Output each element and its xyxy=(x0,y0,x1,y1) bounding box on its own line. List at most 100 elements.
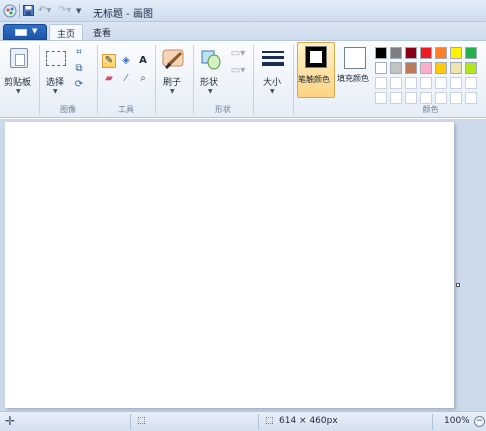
canvas-dimensions: 614 × 460px xyxy=(279,416,338,426)
palette-color-swatch[interactable] xyxy=(465,77,477,89)
ribbon-tab-row: ▼ 主页 查看 xyxy=(0,22,486,40)
status-separator xyxy=(130,414,131,430)
select-icon xyxy=(46,51,66,66)
palette-color-swatch[interactable] xyxy=(420,62,432,74)
color1-swatch xyxy=(305,46,327,68)
shapes-group: 形状 ▼ ▭▾ ▭▾ 形状 xyxy=(194,43,252,117)
crop-icon[interactable]: ⌗ xyxy=(73,47,85,59)
image-group-label: 图像 xyxy=(60,105,76,114)
palette-color-swatch[interactable] xyxy=(465,47,477,59)
select-button[interactable]: 选择 ▼ xyxy=(42,44,72,100)
palette-color-swatch[interactable] xyxy=(420,92,432,104)
eraser-icon[interactable]: ▰ xyxy=(102,72,116,86)
resize-icon[interactable]: ⧉ xyxy=(73,63,85,75)
zoom-out-button[interactable]: − xyxy=(474,416,485,427)
tools-group-label: 工具 xyxy=(118,105,134,114)
size-icon xyxy=(262,51,284,69)
color2-label: 填充颜色 xyxy=(337,74,369,83)
clipboard-group: 剪贴板 ▼ xyxy=(0,43,38,117)
palette-color-swatch[interactable] xyxy=(450,47,462,59)
redo-icon[interactable]: ↷▾ xyxy=(58,5,74,17)
palette-color-swatch[interactable] xyxy=(405,47,417,59)
title-bar: ↶▾ ↷▾ ▼ 无标题 - 画图 xyxy=(0,0,486,22)
chevron-down-icon: ▼ xyxy=(208,88,213,95)
color1-label: 笔触颜色 xyxy=(298,75,330,84)
clipboard-button[interactable]: 剪贴板 ▼ xyxy=(4,44,34,100)
qat-separator xyxy=(19,4,20,18)
color1-button[interactable]: 笔触颜色 xyxy=(297,42,335,98)
fill-bucket-icon[interactable]: ◈ xyxy=(119,54,133,68)
palette-color-swatch[interactable] xyxy=(450,92,462,104)
rotate-icon[interactable]: ⟳ xyxy=(73,79,85,91)
tools-group: ✎ ◈ A ▰ ⁄ ⌕ 工具 xyxy=(98,43,154,117)
paint-menu-icon xyxy=(15,29,27,36)
tab-view[interactable]: 查看 xyxy=(87,24,117,40)
palette-color-swatch[interactable] xyxy=(420,77,432,89)
tab-home[interactable]: 主页 xyxy=(49,24,83,40)
brushes-group: 刷子 ▼ xyxy=(156,43,192,117)
palette-color-swatch[interactable] xyxy=(390,47,402,59)
image-group: 选择 ▼ ⌗ ⧉ ⟳ 图像 xyxy=(40,43,96,117)
palette-color-swatch[interactable] xyxy=(435,47,447,59)
palette-color-swatch[interactable] xyxy=(405,92,417,104)
shapes-button[interactable]: 形状 ▼ xyxy=(194,44,228,100)
palette-color-swatch[interactable] xyxy=(390,92,402,104)
drawing-canvas[interactable] xyxy=(5,122,454,408)
palette-color-swatch[interactable] xyxy=(375,92,387,104)
brush-icon xyxy=(162,49,184,69)
status-separator xyxy=(432,414,433,430)
pencil-icon[interactable]: ✎ xyxy=(102,54,116,68)
palette-color-swatch[interactable] xyxy=(375,77,387,89)
shapes-group-label: 形状 xyxy=(215,105,231,114)
undo-icon[interactable]: ↶▾ xyxy=(38,5,56,17)
brushes-label: 刷子 xyxy=(163,78,182,88)
brushes-button[interactable]: 刷子 ▼ xyxy=(156,44,192,100)
shapes-label: 形状 xyxy=(200,78,219,88)
group-separator xyxy=(293,45,294,115)
save-icon[interactable] xyxy=(23,5,34,16)
status-separator xyxy=(258,414,259,430)
canvas-workspace xyxy=(0,119,486,411)
magnifier-icon[interactable]: ⌕ xyxy=(136,72,150,86)
palette-color-swatch[interactable] xyxy=(450,62,462,74)
size-button[interactable]: 大小 ▼ xyxy=(254,44,292,100)
color-picker-icon[interactable]: ⁄ xyxy=(119,72,133,86)
clipboard-label: 剪贴板 xyxy=(4,78,32,88)
palette-color-swatch[interactable] xyxy=(435,62,447,74)
palette-color-swatch[interactable] xyxy=(435,92,447,104)
cursor-position-icon: ✛ xyxy=(5,414,16,428)
selection-size-icon: ⬚ xyxy=(137,416,146,426)
palette-color-swatch[interactable] xyxy=(375,62,387,74)
palette-color-swatch[interactable] xyxy=(420,47,432,59)
fill-icon[interactable]: ▭▾ xyxy=(230,65,246,77)
canvas-size-icon: ⬚ xyxy=(265,416,274,426)
palette-color-swatch[interactable] xyxy=(390,62,402,74)
palette-color-swatch[interactable] xyxy=(465,62,477,74)
shapes-icon xyxy=(201,50,221,70)
chevron-down-icon: ▼ xyxy=(32,27,38,35)
palette-color-swatch[interactable] xyxy=(450,77,462,89)
canvas-resize-handle[interactable] xyxy=(456,283,460,287)
zoom-level: 100% xyxy=(444,416,470,426)
chevron-down-icon: ▼ xyxy=(170,88,175,95)
palette-color-swatch[interactable] xyxy=(435,77,447,89)
size-group: 大小 ▼ xyxy=(254,43,292,117)
chevron-down-icon: ▼ xyxy=(270,88,275,95)
chevron-down-icon[interactable]: ▼ xyxy=(76,5,85,17)
palette-color-swatch[interactable] xyxy=(465,92,477,104)
size-label: 大小 xyxy=(263,78,282,88)
text-tool-icon[interactable]: A xyxy=(136,54,150,68)
status-bar: ✛ ⬚ ⬚ 614 × 460px 100% − xyxy=(0,411,486,431)
paint-menu-button[interactable]: ▼ xyxy=(3,24,47,40)
clipboard-icon xyxy=(10,48,28,68)
window-title: 无标题 - 画图 xyxy=(93,9,153,20)
select-label: 选择 xyxy=(46,78,65,88)
ribbon: 剪贴板 ▼ 选择 ▼ ⌗ ⧉ ⟳ 图像 ✎ ◈ A ▰ ⁄ ⌕ 工具 刷子 ▼ … xyxy=(0,40,486,118)
color2-swatch[interactable] xyxy=(344,47,366,69)
palette-color-swatch[interactable] xyxy=(390,77,402,89)
outline-icon[interactable]: ▭▾ xyxy=(230,48,246,60)
palette-color-swatch[interactable] xyxy=(375,47,387,59)
palette-color-swatch[interactable] xyxy=(405,62,417,74)
palette-color-swatch[interactable] xyxy=(405,77,417,89)
paint-app-icon[interactable] xyxy=(3,4,17,18)
